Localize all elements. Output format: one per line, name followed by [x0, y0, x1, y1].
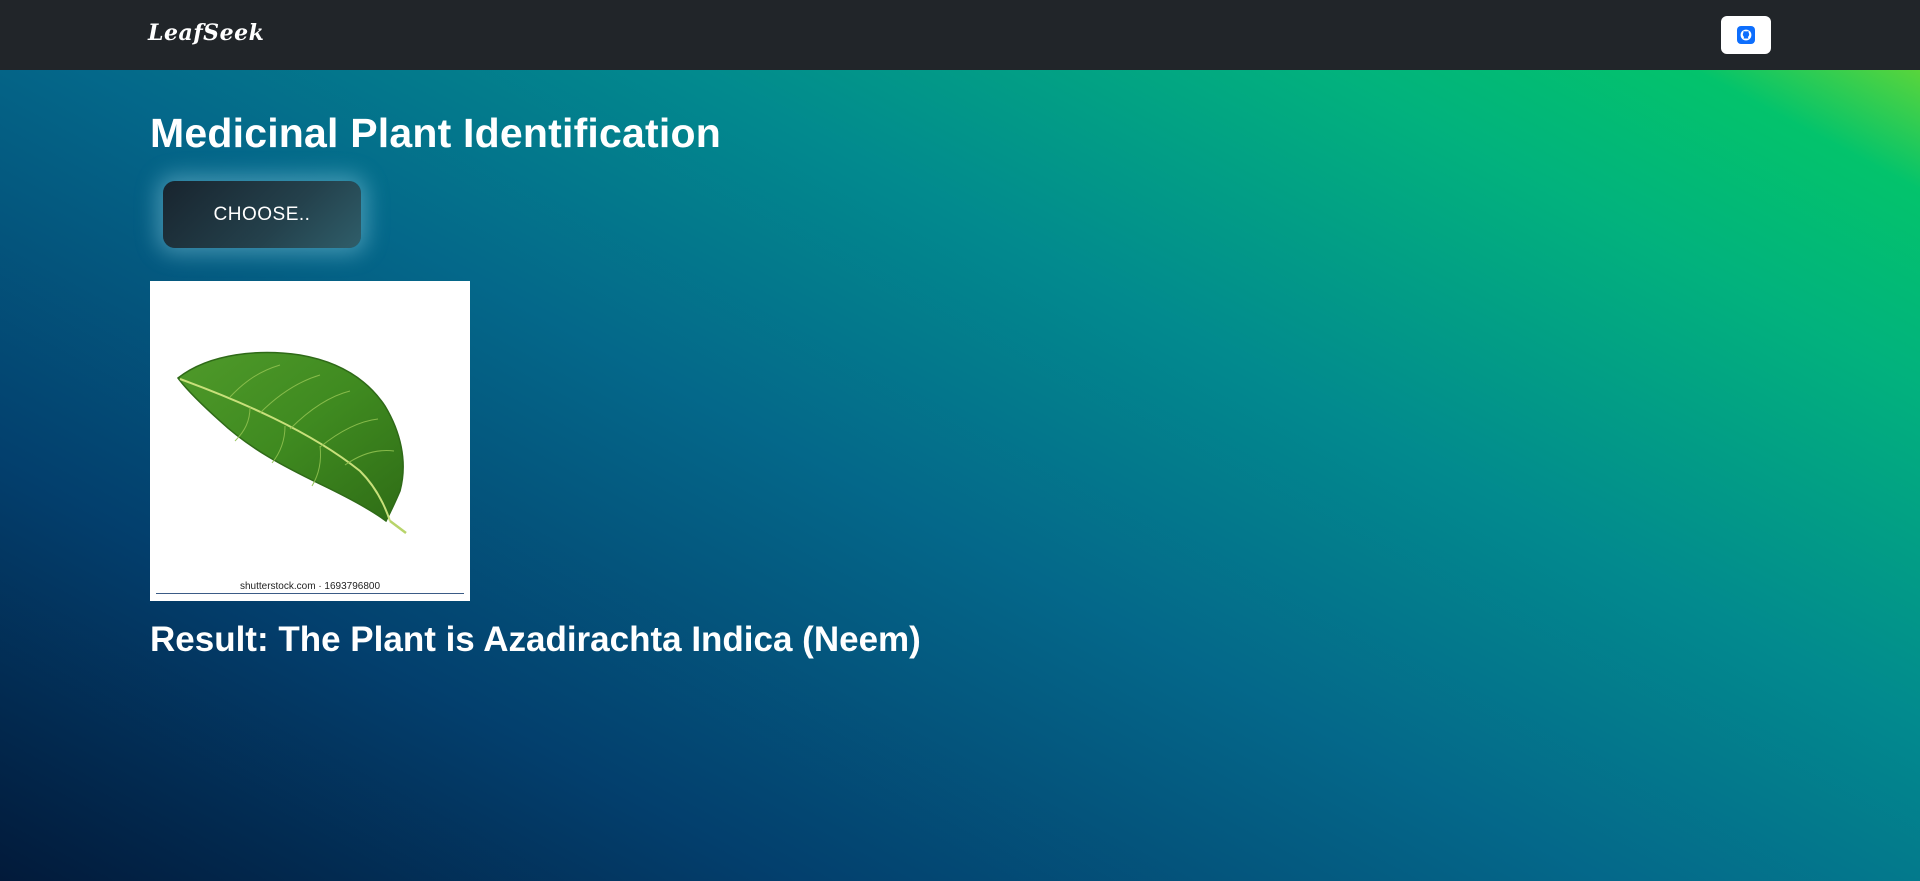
watermark-divider [156, 593, 464, 594]
leaf-icon [176, 351, 407, 534]
page-title: Medicinal Plant Identification [150, 110, 721, 156]
image-watermark: shutterstock.com · 1693796800 [239, 581, 381, 592]
github-button[interactable] [1721, 16, 1771, 54]
navbar: LeafSeek [0, 0, 1920, 70]
choose-file-button[interactable]: CHOOSE.. [163, 181, 361, 248]
result-text: Result: The Plant is Azadirachta Indica … [150, 620, 921, 659]
github-icon [1737, 26, 1755, 44]
uploaded-leaf-image: shutterstock.com · 1693796800 [150, 281, 470, 601]
brand-logo[interactable]: LeafSeek [148, 20, 264, 46]
